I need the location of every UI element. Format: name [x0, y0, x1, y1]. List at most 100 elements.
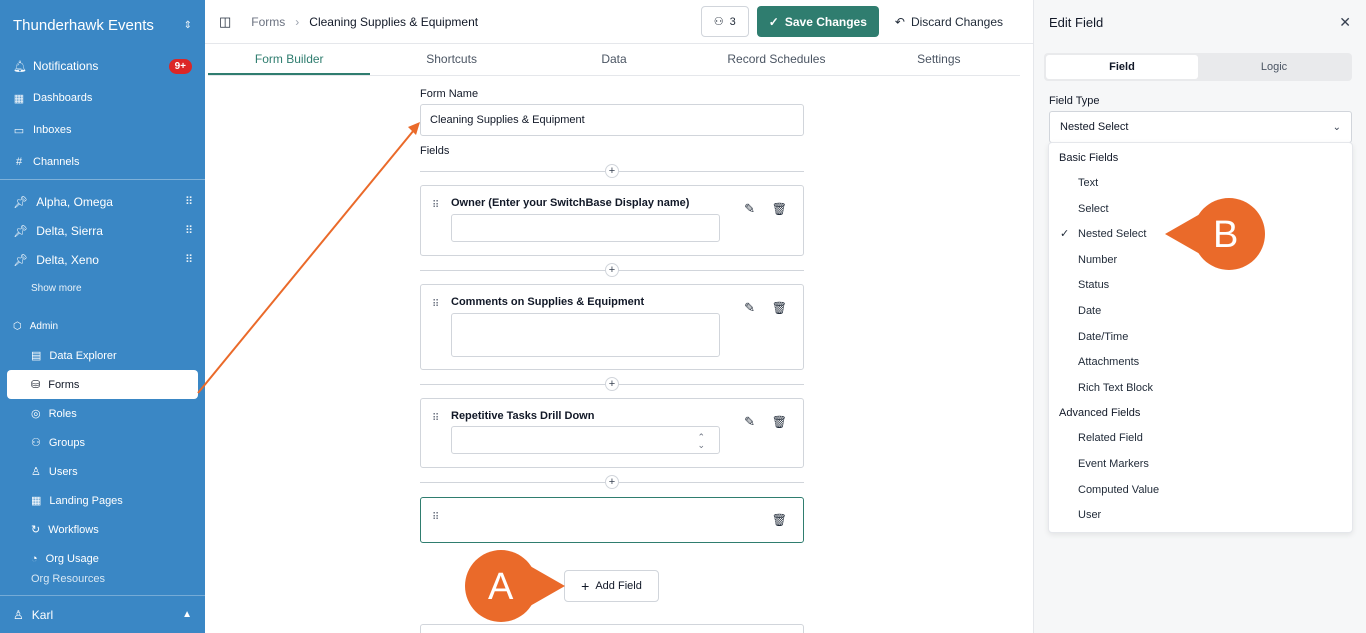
admin-label: Admin [29, 320, 59, 332]
pencil-icon[interactable]: ✎ [744, 414, 755, 430]
pin-icon: 📌︎ [13, 252, 29, 267]
tab-data[interactable]: Data [533, 44, 695, 75]
field-name: Owner (Enter your SwitchBase Display nam… [451, 197, 690, 209]
users-icon: ⚇ [713, 16, 724, 28]
field-card-comments[interactable]: ⠿ Comments on Supplies & Equipment ✎ 🗑︎ [420, 284, 804, 370]
pinned-item-delta-sierra[interactable]: 📌︎ Delta, Sierra ⠿ [0, 216, 205, 245]
option-related-field[interactable]: Related Field [1049, 426, 1352, 452]
admin-section-header[interactable]: ⬡ Admin [0, 311, 205, 341]
admin-item-users[interactable]: ♙ Users [0, 457, 205, 486]
drag-handle-icon[interactable]: ⠿ [432, 299, 439, 310]
option-attachments[interactable]: Attachments [1049, 350, 1352, 376]
pinned-item-delta-xeno[interactable]: 📌︎ Delta, Xeno ⠿ [0, 245, 205, 274]
nav-inboxes[interactable]: ▭ Inboxes [0, 114, 205, 146]
option-event-markers[interactable]: Event Markers [1049, 452, 1352, 478]
field-card-repetitive-tasks[interactable]: ⠿ Repetitive Tasks Drill Down ⌃ ⌄ ✎ 🗑︎ [420, 398, 804, 468]
option-nested-select[interactable]: ✓ Nested Select [1049, 222, 1352, 248]
callout-b: B [1213, 214, 1239, 256]
option-date[interactable]: Date [1049, 299, 1352, 325]
nav-dashboards[interactable]: ▦ Dashboards [0, 82, 205, 114]
option-status[interactable]: Status [1049, 273, 1352, 299]
drag-handle-icon[interactable]: ⠿ [185, 253, 193, 266]
field-type-select[interactable]: Nested Select ⌄ [1049, 111, 1352, 143]
pin-icon: 📌︎ [13, 223, 29, 238]
option-select[interactable]: Select [1049, 197, 1352, 223]
sidebar-toggle-icon[interactable]: ◫ [219, 14, 231, 30]
admin-item-roles[interactable]: ◎ Roles [0, 399, 205, 428]
trash-icon[interactable]: 🗑︎ [772, 415, 787, 429]
tab-record-schedules[interactable]: Record Schedules [695, 44, 857, 75]
admin-item-forms[interactable]: ⛁ Forms [7, 370, 198, 399]
breadcrumb-forms[interactable]: Forms [251, 15, 285, 29]
tab-field[interactable]: Field [1046, 55, 1198, 79]
panel-title: Edit Field [1049, 14, 1104, 30]
chevron-down-icon: ⌄ [1332, 121, 1341, 133]
sidebar: Thunderhawk Events ⇕ 🔔︎ Notifications 9+… [0, 0, 205, 633]
plus-icon: + [581, 578, 590, 594]
close-icon[interactable]: ✕ [1339, 14, 1351, 31]
option-computed-value[interactable]: Computed Value [1049, 478, 1352, 504]
breadcrumb-separator-icon: › [295, 14, 300, 29]
pencil-icon[interactable]: ✎ [744, 300, 755, 316]
drag-handle-icon[interactable]: ⠿ [185, 195, 193, 208]
field-type-dropdown: Basic Fields Text Select ✓ Nested Select … [1048, 142, 1353, 533]
insert-field-row: + [420, 472, 804, 492]
admin-item-label: Org Usage [45, 552, 99, 565]
insert-field-row: + [420, 374, 804, 394]
members-button[interactable]: ⚇ 3 [700, 6, 749, 37]
bell-icon: 🔔︎ [13, 60, 27, 73]
option-text[interactable]: Text [1049, 171, 1352, 197]
trash-icon[interactable]: 🗑︎ [772, 513, 787, 527]
field-card-owner[interactable]: ⠿ Owner (Enter your SwitchBase Display n… [420, 185, 804, 256]
field-card-new[interactable]: ⠿ 🗑︎ [420, 497, 804, 543]
admin-item-workflows[interactable]: ↻ Workflows [0, 515, 205, 544]
drag-handle-icon[interactable]: ⠿ [185, 224, 193, 237]
plus-icon[interactable]: + [605, 164, 619, 178]
discard-label: Discard Changes [910, 14, 1003, 29]
admin-item-groups[interactable]: ⚇ Groups [0, 428, 205, 457]
panel-header: Edit Field ✕ [1034, 0, 1366, 44]
plus-icon[interactable]: + [605, 377, 619, 391]
option-rich-text-block[interactable]: Rich Text Block [1049, 376, 1352, 402]
user-menu[interactable]: ♙ Karl ▲ [0, 595, 205, 633]
field-preview-select: ⌃ ⌄ [451, 426, 720, 454]
field-name: Comments on Supplies & Equipment [451, 296, 645, 308]
admin-item-data-explorer[interactable]: ▤ Data Explorer [0, 341, 205, 370]
tab-settings[interactable]: Settings [858, 44, 1020, 75]
workspace-switcher[interactable]: Thunderhawk Events ⇕ [0, 0, 205, 50]
plus-icon[interactable]: + [605, 263, 619, 277]
annotation-arrow-line [197, 129, 415, 394]
add-field-button[interactable]: + Add Field [564, 570, 659, 602]
plus-icon[interactable]: + [605, 475, 619, 489]
drag-handle-icon[interactable]: ⠿ [432, 413, 439, 424]
option-date-time[interactable]: Date/Time [1049, 325, 1352, 351]
group-advanced-fields: Advanced Fields [1059, 407, 1141, 420]
option-number[interactable]: Number [1049, 248, 1352, 274]
drag-handle-icon[interactable]: ⠿ [432, 512, 439, 523]
tab-shortcuts[interactable]: Shortcuts [370, 44, 532, 75]
tab-form-builder[interactable]: Form Builder [208, 44, 371, 75]
trash-icon[interactable]: 🗑︎ [772, 301, 787, 315]
nav-notifications[interactable]: 🔔︎ Notifications 9+ [0, 50, 205, 82]
form-name-input[interactable]: Cleaning Supplies & Equipment [420, 104, 804, 136]
discard-changes-button[interactable]: ↶ Discard Changes [887, 6, 1019, 37]
field-card-partial[interactable] [420, 624, 804, 633]
nav-channels[interactable]: # Channels [0, 146, 205, 178]
pencil-icon[interactable]: ✎ [744, 201, 755, 217]
admin-item-landing-pages[interactable]: ▦ Landing Pages [0, 486, 205, 515]
pinned-item-alpha-omega[interactable]: 📌︎ Alpha, Omega ⠿ [0, 187, 205, 216]
show-more-link[interactable]: Show more [0, 274, 205, 304]
chevron-updown-icon: ⇕ [183, 19, 192, 31]
admin-item-org-resources[interactable]: Org Resources [0, 573, 205, 591]
tab-logic[interactable]: Logic [1198, 55, 1350, 79]
admin-item-org-usage[interactable]: ◔ Org Usage [0, 544, 205, 573]
form-builder: Form Name Cleaning Supplies & Equipment … [420, 88, 804, 543]
drag-handle-icon[interactable]: ⠿ [432, 200, 439, 211]
trash-icon[interactable]: 🗑︎ [772, 202, 787, 216]
breadcrumb-current: Cleaning Supplies & Equipment [309, 14, 479, 29]
save-changes-button[interactable]: ✓ Save Changes [756, 6, 879, 37]
option-user[interactable]: User [1049, 503, 1352, 529]
chevron-updown-icon: ⌃ ⌄ [697, 432, 705, 450]
grid-icon: ▦ [31, 495, 42, 507]
callout-a-shape [465, 550, 565, 622]
